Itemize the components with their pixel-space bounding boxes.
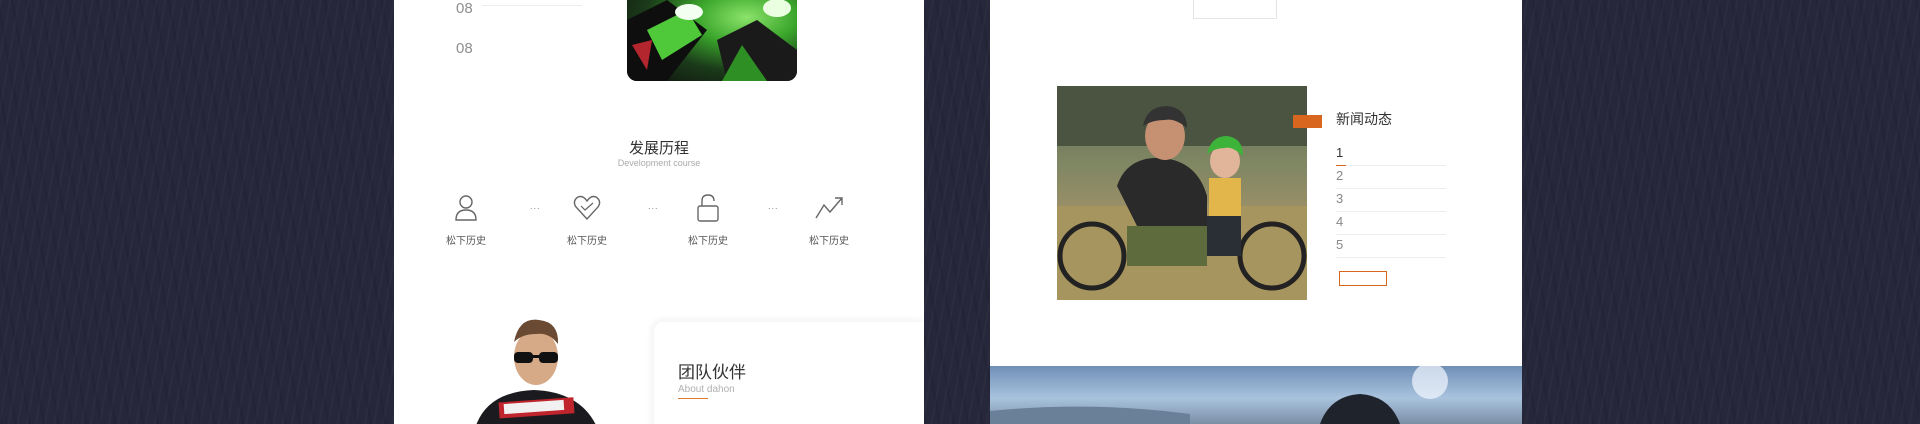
news-index: 2: [1336, 168, 1344, 183]
trend-icon: [815, 197, 843, 219]
motorcycle-image: [627, 0, 797, 81]
history-item[interactable]: 松下历史: [547, 193, 627, 250]
news-index: 1: [1336, 145, 1344, 160]
news-index: 4: [1336, 214, 1344, 229]
history-item[interactable]: 松下历史: [426, 193, 506, 250]
father-son-bike-photo: [1057, 86, 1307, 300]
view-more-button[interactable]: [1339, 271, 1387, 286]
news-day: 08: [456, 0, 473, 17]
accent-tab: [1293, 115, 1322, 128]
news-date: 08: [456, 0, 484, 17]
news-list-item[interactable]: 3: [1336, 189, 1446, 212]
news-list-item[interactable]: 1: [1336, 143, 1446, 166]
news-list-item[interactable]: 4: [1336, 212, 1446, 235]
development-title: 发展历程: [628, 140, 689, 157]
news-list-item[interactable]: 2: [1336, 166, 1446, 189]
news-index: 3: [1336, 191, 1344, 206]
title-underline: [678, 398, 708, 399]
top-card: [1193, 0, 1277, 19]
separator-dots: ...: [768, 201, 779, 211]
motorcycle-graphic: [627, 0, 797, 81]
separator-dots: ...: [648, 201, 659, 211]
separator-dots: ...: [530, 201, 541, 211]
rider-portrait-image: [454, 312, 614, 424]
team-subtitle: About dahon: [678, 384, 735, 395]
history-label: 松下历史: [688, 236, 728, 247]
news-day: 08: [456, 40, 473, 57]
history-item[interactable]: 松下历史: [668, 193, 748, 250]
news-list-item[interactable]: 5: [1336, 235, 1446, 258]
left-page-panel: 08 08 发展历程 Development course 松下历史 ... 松…: [394, 0, 924, 424]
right-page-panel: 新闻动态 1 2 3 4 5: [990, 0, 1522, 366]
news-index: 5: [1336, 237, 1344, 252]
photo-graphic: [1057, 86, 1307, 300]
banner-graphic: [990, 366, 1448, 424]
news-item[interactable]: [482, 2, 612, 6]
history-label: 松下历史: [809, 236, 849, 247]
heart-icon: [573, 195, 601, 221]
history-label: 松下历史: [446, 236, 486, 247]
development-subtitle: Development course: [617, 158, 701, 168]
news-line: [482, 5, 582, 6]
lock-icon: [697, 194, 719, 222]
person-icon: [455, 195, 477, 221]
team-title: 团队伙伴: [678, 363, 746, 382]
cycling-banner-image: [990, 366, 1522, 424]
history-item[interactable]: 松下历史: [789, 193, 869, 250]
history-label: 松下历史: [567, 236, 607, 247]
rider-graphic: [476, 319, 596, 424]
news-date: 08: [456, 40, 484, 57]
news-title: 新闻动态: [1336, 111, 1392, 127]
